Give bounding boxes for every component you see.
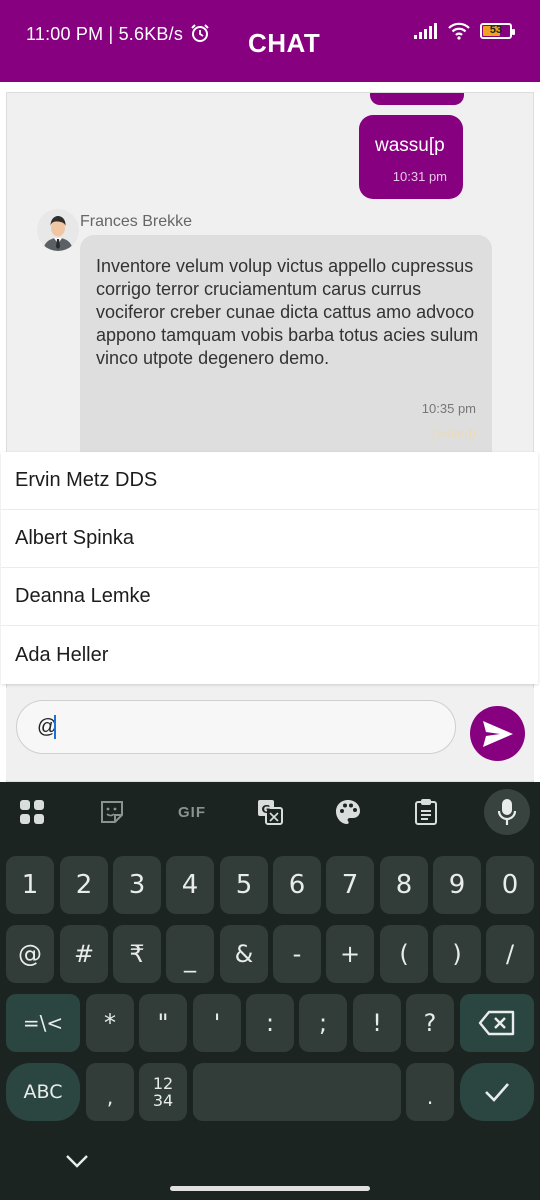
key[interactable]: +	[326, 925, 374, 983]
key[interactable]: (	[380, 925, 428, 983]
symbols-page-key[interactable]: =\<	[6, 994, 80, 1052]
composer	[6, 688, 534, 780]
send-icon	[482, 720, 513, 747]
status-time-speed: 11:00 PM | 5.6KB/s	[26, 24, 184, 44]
backspace-key[interactable]	[460, 994, 534, 1052]
mention-item[interactable]: Albert Spinka	[1, 510, 538, 568]
edited-label: (edited)	[431, 426, 476, 441]
numpad-key[interactable]: 12 34	[139, 1063, 187, 1121]
key[interactable]: 4	[166, 856, 214, 914]
key[interactable]: ₹	[113, 925, 161, 983]
message-input[interactable]	[16, 700, 456, 754]
enter-key[interactable]	[460, 1063, 534, 1121]
space-key[interactable]	[193, 1063, 401, 1121]
key[interactable]: #	[60, 925, 108, 983]
key[interactable]: _	[166, 925, 214, 983]
alarm-icon	[191, 24, 209, 42]
backspace-icon	[478, 1010, 515, 1036]
sticker-icon[interactable]	[96, 796, 128, 828]
numpad-key-top: 12	[152, 1074, 174, 1093]
mention-suggestions: Ervin Metz DDS Albert Spinka Deanna Lemk…	[1, 452, 538, 684]
avatar	[37, 209, 79, 251]
wifi-icon	[448, 22, 470, 40]
battery-icon: 53	[480, 23, 515, 39]
user-avatar-icon	[43, 216, 73, 251]
comma-key[interactable]: ,	[86, 1063, 134, 1121]
key[interactable]: *	[86, 994, 134, 1052]
keyboard-toolbar: GIF G	[0, 782, 540, 842]
key[interactable]: '	[193, 994, 241, 1052]
key[interactable]: 5	[220, 856, 268, 914]
key[interactable]: ?	[406, 994, 454, 1052]
key[interactable]: 1	[6, 856, 54, 914]
key[interactable]: 9	[433, 856, 481, 914]
key[interactable]: 8	[380, 856, 428, 914]
message-bubble-incoming[interactable]: Inventore velum volup victus appello cup…	[80, 235, 492, 465]
key[interactable]: )	[433, 925, 481, 983]
signal-icon	[414, 23, 437, 39]
apps-grid-icon[interactable]	[16, 796, 48, 828]
key[interactable]: &	[220, 925, 268, 983]
mic-icon	[497, 799, 517, 825]
message-time: 10:31 pm	[392, 169, 447, 184]
mention-item[interactable]: Ervin Metz DDS	[1, 452, 538, 510]
status-icons: 53	[414, 22, 515, 40]
message-text: Inventore velum volup victus appello cup…	[96, 256, 479, 368]
message-bubble-outgoing[interactable]: wassu[p 10:31 pm	[359, 115, 463, 199]
abc-key[interactable]: ABC	[6, 1063, 80, 1121]
key[interactable]: @	[6, 925, 54, 983]
translate-icon[interactable]: G	[254, 796, 286, 828]
key[interactable]: 3	[113, 856, 161, 914]
key[interactable]: 2	[60, 856, 108, 914]
app-header: 11:00 PM | 5.6KB/s CHAT 53	[0, 0, 540, 82]
svg-text:G: G	[261, 803, 270, 816]
theme-palette-icon[interactable]	[332, 796, 364, 828]
mention-item[interactable]: Ada Heller	[1, 626, 538, 684]
key[interactable]: !	[353, 994, 401, 1052]
message-text: wassu[p	[375, 135, 445, 156]
key[interactable]: :	[246, 994, 294, 1052]
key[interactable]: 7	[326, 856, 374, 914]
battery-level: 53	[489, 24, 503, 36]
checkmark-icon	[485, 1083, 509, 1102]
sender-name: Frances Brekke	[80, 213, 193, 230]
mention-item[interactable]: Deanna Lemke	[1, 568, 538, 626]
clipboard-icon[interactable]	[410, 796, 442, 828]
key[interactable]: "	[139, 994, 187, 1052]
numpad-key-bottom: 34	[152, 1091, 174, 1110]
text-caret	[54, 715, 56, 739]
key[interactable]: -	[273, 925, 321, 983]
mic-button[interactable]	[484, 789, 530, 835]
gif-button[interactable]: GIF	[174, 796, 210, 828]
key[interactable]: 0	[486, 856, 534, 914]
period-key[interactable]: .	[406, 1063, 454, 1121]
hide-keyboard-icon[interactable]	[64, 1150, 90, 1170]
page-title: CHAT	[248, 28, 321, 58]
message-bubble-partial	[370, 93, 464, 105]
send-button[interactable]	[470, 706, 525, 761]
message-time: 10:35 pm	[421, 401, 476, 416]
key[interactable]: 6	[273, 856, 321, 914]
keyboard: GIF G 1 2 3 4 5 6 7 8 9 0 @ # ₹ _ & - + …	[0, 782, 540, 1200]
gesture-nav-bar[interactable]	[170, 1186, 370, 1191]
key[interactable]: ;	[299, 994, 347, 1052]
key[interactable]: /	[486, 925, 534, 983]
